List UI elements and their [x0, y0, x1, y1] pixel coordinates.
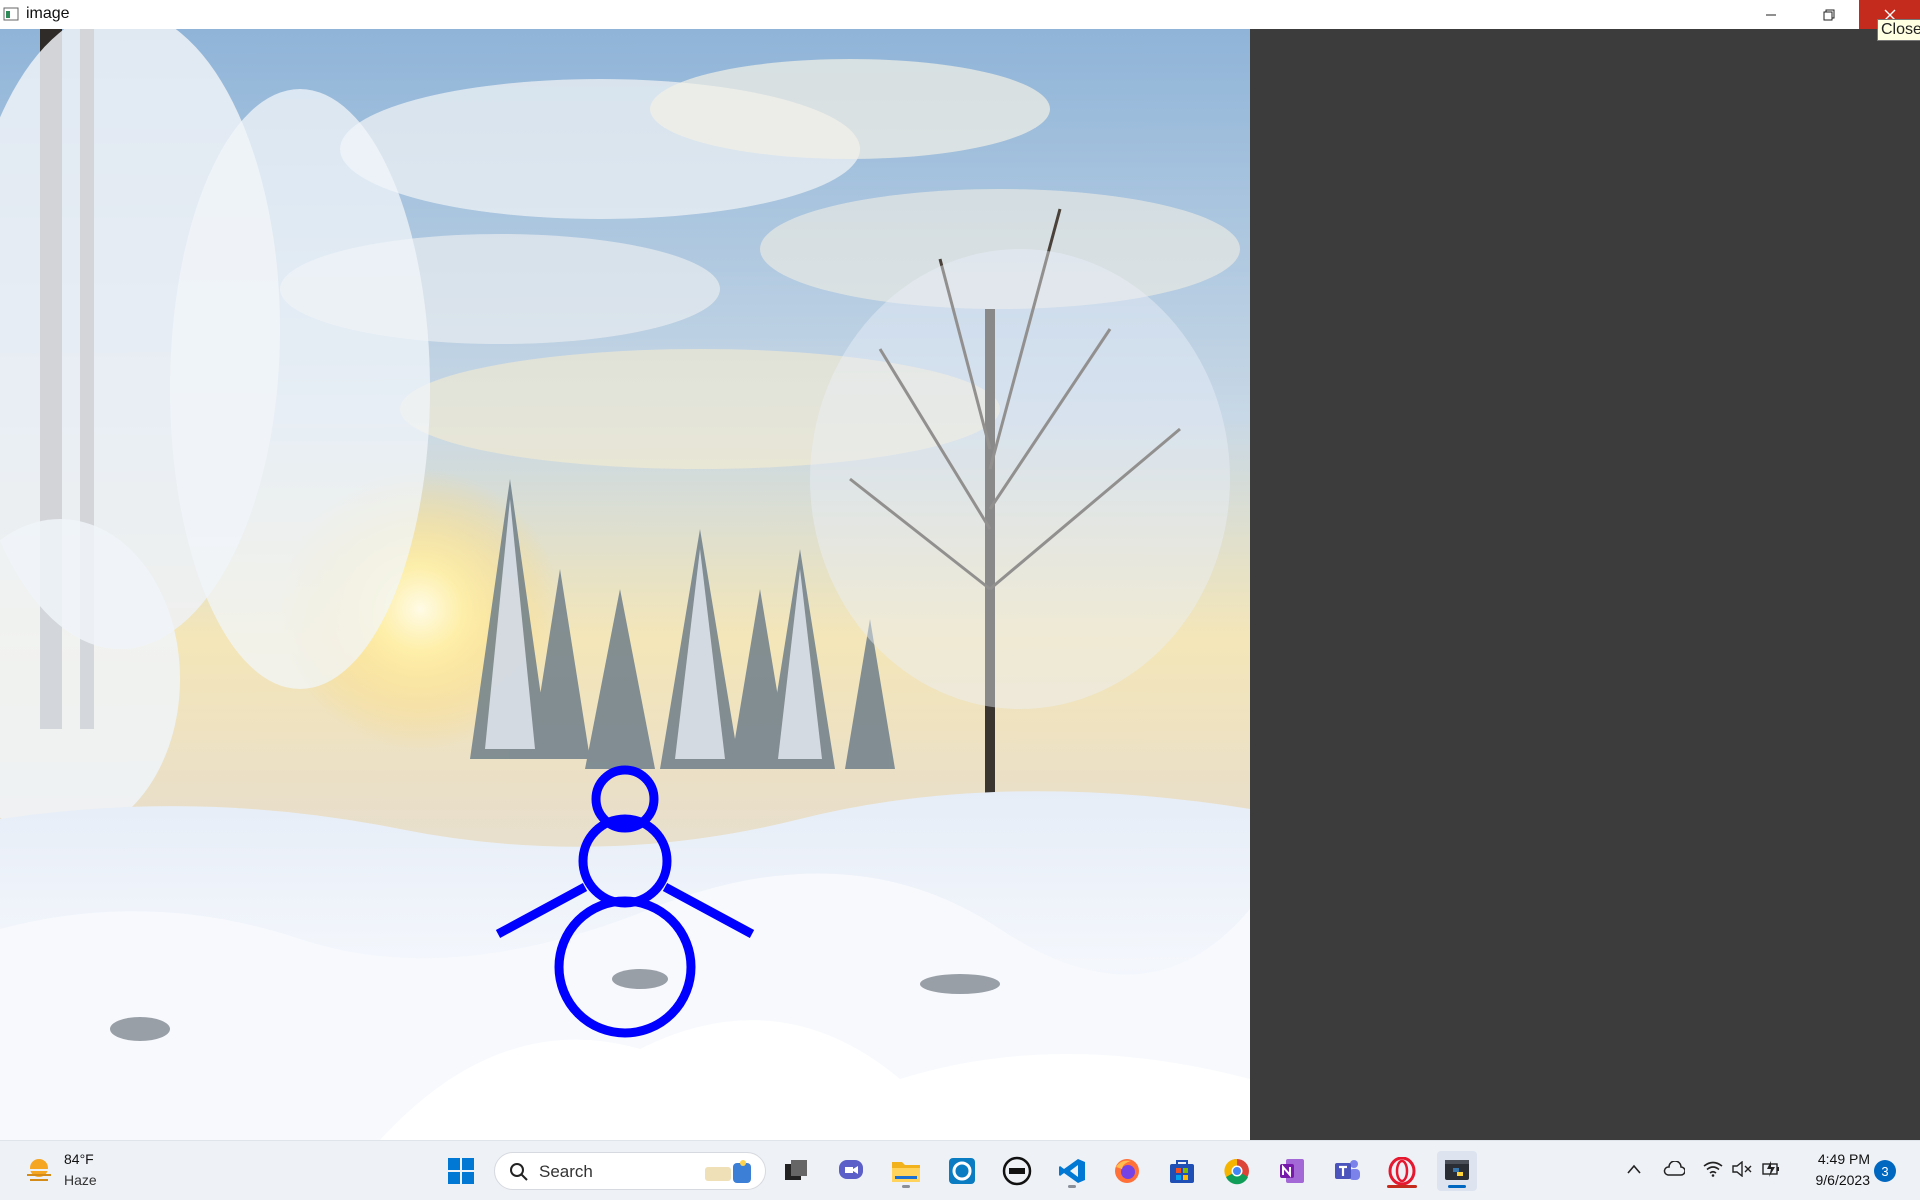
onenote-icon — [1280, 1159, 1304, 1183]
weather-condition[interactable]: Haze — [64, 1172, 97, 1188]
empty-viewer-area — [1250, 29, 1920, 1140]
winter-forest-photo — [0, 29, 1250, 1140]
teams-icon — [1335, 1160, 1360, 1180]
taskbar-teams[interactable] — [1327, 1151, 1367, 1191]
taskbar-dell[interactable] — [997, 1151, 1037, 1191]
restore-button[interactable] — [1800, 0, 1858, 29]
opera-icon — [1388, 1157, 1416, 1185]
taskbar-vscode[interactable] — [1052, 1151, 1092, 1191]
chrome-icon — [1224, 1158, 1249, 1185]
search-box[interactable]: Search — [494, 1152, 766, 1190]
search-icon — [510, 1163, 528, 1181]
taskbar: 84°F Haze Search 4:49 PM 9/6/2023 3 — [0, 1140, 1920, 1200]
firefox-icon — [1115, 1159, 1139, 1183]
taskbar-chrome[interactable] — [1217, 1151, 1257, 1191]
taskbar-python-active[interactable] — [1437, 1151, 1477, 1191]
title-bar: image — [0, 0, 1920, 29]
minimize-button[interactable] — [1742, 0, 1800, 29]
clock-time[interactable]: 4:49 PM — [1778, 1151, 1870, 1167]
restore-icon — [1823, 9, 1835, 20]
search-highlight-icon — [705, 1160, 751, 1183]
chat-icon — [839, 1160, 863, 1179]
taskbar-store[interactable] — [1162, 1151, 1202, 1191]
show-hidden-icons[interactable] — [1622, 1157, 1646, 1181]
taskbar-opera[interactable] — [1382, 1151, 1422, 1191]
minimize-icon — [1766, 14, 1776, 15]
volume-muted-icon — [1732, 1161, 1752, 1177]
running-indicator — [1387, 1185, 1417, 1188]
taskbar-firefox[interactable] — [1107, 1151, 1147, 1191]
cloud-icon — [1663, 1161, 1685, 1176]
window-title: image — [26, 5, 70, 22]
weather-temperature[interactable]: 84°F — [64, 1151, 94, 1167]
start-button[interactable] — [441, 1151, 481, 1191]
dell-icon — [1002, 1156, 1032, 1186]
start-icon — [448, 1158, 474, 1184]
python-icon — [1445, 1160, 1469, 1180]
image-canvas[interactable] — [0, 29, 1250, 1140]
cortana-icon — [949, 1158, 975, 1184]
close-tooltip: Close — [1877, 19, 1920, 41]
onedrive-tray[interactable] — [1662, 1157, 1686, 1181]
wifi-tray[interactable] — [1701, 1157, 1725, 1181]
taskbar-chat[interactable] — [831, 1151, 871, 1191]
clock-date[interactable]: 9/6/2023 — [1778, 1172, 1871, 1188]
notification-badge[interactable]: 3 — [1874, 1160, 1896, 1182]
taskbar-task-view[interactable] — [776, 1151, 816, 1191]
store-icon — [1170, 1160, 1194, 1183]
chevron-up-icon — [1627, 1164, 1641, 1174]
running-indicator — [902, 1185, 910, 1188]
volume-tray[interactable] — [1730, 1157, 1754, 1181]
app-icon — [3, 7, 19, 21]
wifi-icon — [1703, 1161, 1723, 1177]
taskbar-cortana[interactable] — [942, 1151, 982, 1191]
vscode-icon — [1059, 1159, 1085, 1183]
task-view-icon — [785, 1160, 807, 1180]
taskbar-onenote[interactable] — [1272, 1151, 1312, 1191]
file-explorer-icon — [892, 1162, 920, 1182]
running-indicator — [1068, 1185, 1076, 1188]
taskbar-file-explorer[interactable] — [886, 1151, 926, 1191]
active-indicator — [1448, 1185, 1466, 1188]
weather-haze-icon[interactable] — [24, 1155, 54, 1185]
search-label: Search — [539, 1162, 593, 1181]
